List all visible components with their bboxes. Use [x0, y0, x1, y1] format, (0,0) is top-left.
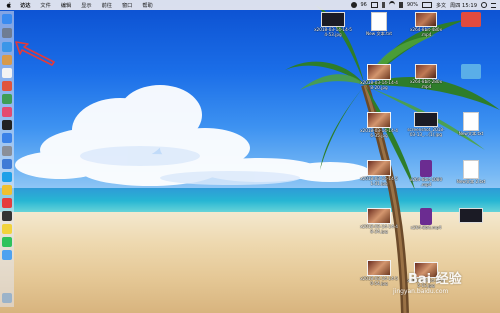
folder-icon	[461, 64, 481, 79]
menu-bar: 访达 文件 编辑 显示 前往 窗口 帮助 96 90% 多文 周四 15:19	[0, 0, 500, 10]
folder-icon	[461, 12, 481, 27]
spotlight-icon[interactable]	[481, 2, 487, 8]
wechat-icon[interactable]	[2, 237, 12, 247]
menu-view[interactable]: 显示	[81, 2, 91, 9]
document-icon	[371, 12, 387, 31]
systemprefs-icon[interactable]	[2, 146, 12, 156]
desktop-file-label: 4-53.jpg	[324, 32, 342, 37]
desktop-file[interactable]: x2018-03-14-14-4 8-20.jpg	[356, 64, 402, 90]
desktop-file-label: 8-34.jpg	[370, 229, 388, 234]
video-frame	[416, 65, 436, 78]
desktop-file-label: New文本.txt	[458, 131, 484, 136]
weibo-icon[interactable]	[2, 198, 12, 208]
desktop-file[interactable]: x2018-03-14-14-5 1-31.jpg	[356, 160, 402, 186]
messages-icon[interactable]	[2, 94, 12, 104]
desktop-file-label: 8-20.jpg	[370, 85, 388, 90]
itunes-icon[interactable]	[2, 107, 12, 117]
desktop-file[interactable]: screenshot_2018- 03-13_…(1).jpg	[403, 112, 449, 137]
appstore-icon[interactable]	[2, 133, 12, 143]
xcode-icon[interactable]	[2, 159, 12, 169]
calendar-icon[interactable]	[2, 68, 12, 78]
volume-status-icon[interactable]	[398, 2, 403, 8]
terminal-icon[interactable]	[2, 120, 12, 130]
desktop-file-label: .mp4	[420, 182, 432, 187]
menu-go[interactable]: 前往	[102, 2, 112, 9]
qq-icon[interactable]	[2, 172, 12, 182]
desktop-file-label: New文本 2.txt	[456, 179, 486, 184]
file-thumbnail	[367, 208, 391, 224]
photos-icon[interactable]	[2, 81, 12, 91]
menu-help[interactable]: 帮助	[142, 2, 152, 9]
desktop-file-label: 1-31.jpg	[370, 181, 388, 186]
menu-bar-status: 96 90% 多文 周四 15:19	[350, 0, 496, 10]
desktop-file-label: 03-13_…(1).jpg	[409, 132, 443, 137]
desktop-file[interactable]: New文本.txt	[448, 112, 494, 136]
menu-window[interactable]: 窗口	[122, 2, 132, 9]
watermark-url: jingyan.baidu.com	[393, 288, 449, 295]
file-thumbnail	[321, 12, 345, 27]
finder2-icon[interactable]	[2, 250, 12, 260]
desktop-file[interactable]	[448, 64, 494, 79]
document-icon	[463, 160, 479, 179]
red-arrow-annotation	[15, 41, 55, 66]
file-thumbnail	[415, 12, 437, 27]
file-thumbnail	[414, 112, 438, 127]
desktop-file[interactable]: x2018-03-14-14-4 6-35.jpg	[356, 112, 402, 138]
file-thumbnail	[367, 64, 391, 80]
desktop-file-label: x264-8bit.mp4	[410, 225, 442, 230]
wifi-status-icon[interactable]	[388, 1, 395, 9]
menu-edit[interactable]: 编辑	[61, 2, 71, 9]
desktop-file[interactable]: New 文本.txt	[356, 12, 402, 36]
dock	[0, 11, 14, 307]
desktop-file[interactable]: x264-8bit-480x .mp4	[403, 12, 449, 37]
status-misc[interactable]: 96	[361, 2, 367, 8]
file-thumbnail	[367, 160, 391, 176]
menu-file[interactable]: 文件	[40, 2, 50, 9]
input-method[interactable]: 多文	[436, 2, 446, 9]
finder-icon[interactable]	[2, 14, 12, 24]
desktop-file[interactable]: x264-8bit-1080 .mp4	[403, 160, 449, 187]
file-thumbnail	[415, 64, 437, 79]
video-frame	[416, 13, 436, 26]
bluetooth-status-icon[interactable]	[381, 2, 385, 8]
desktop-file-label: 6-35.jpg	[370, 133, 388, 138]
baidu-watermark: Bai 经验 jingyan.baidu.com	[388, 262, 500, 302]
desktop-file-label: .mp4	[420, 32, 432, 37]
battery-percent: 90%	[406, 2, 418, 8]
watermark-main: Bai 经验	[408, 272, 462, 287]
terminal2-icon[interactable]	[2, 211, 12, 221]
safari-icon[interactable]	[2, 42, 12, 52]
desktop-file[interactable]: x2018-03-14-14-5 4-53.jpg	[310, 12, 356, 37]
desktop-file[interactable]: New文本 2.txt	[448, 160, 494, 184]
qq-status-icon[interactable]	[350, 2, 357, 8]
file-thumbnail	[420, 208, 432, 225]
desktop-file[interactable]: x2018-03-14-14-4 8-34.jpg	[356, 208, 402, 234]
desktop-file[interactable]	[448, 208, 494, 223]
apple-logo-icon[interactable]	[6, 2, 12, 8]
trash-icon[interactable]	[2, 293, 12, 303]
notes-icon[interactable]	[2, 224, 12, 234]
launchpad-icon[interactable]	[2, 28, 12, 38]
file-thumbnail	[367, 112, 391, 128]
notification-center-icon[interactable]	[491, 2, 496, 8]
display-status-icon[interactable]	[370, 2, 378, 8]
desktop-file[interactable]: x264-8bit.mp4	[403, 208, 449, 230]
file-thumbnail	[459, 208, 483, 223]
desktop-file-label: New 文本.txt	[366, 31, 392, 36]
menu-clock[interactable]: 周四 15:19	[450, 2, 477, 9]
file-thumbnail	[420, 160, 432, 177]
desktop-file[interactable]	[448, 12, 494, 27]
contacts-icon[interactable]	[2, 55, 12, 65]
menu-finder[interactable]: 访达	[20, 2, 30, 9]
desktop-file-label: .mp4	[420, 84, 432, 89]
desktop-file[interactable]: x264-8bit-280x .mp4	[403, 64, 449, 89]
battery-icon[interactable]	[422, 2, 432, 8]
document-icon	[463, 112, 479, 131]
chrome-icon[interactable]	[2, 185, 12, 195]
